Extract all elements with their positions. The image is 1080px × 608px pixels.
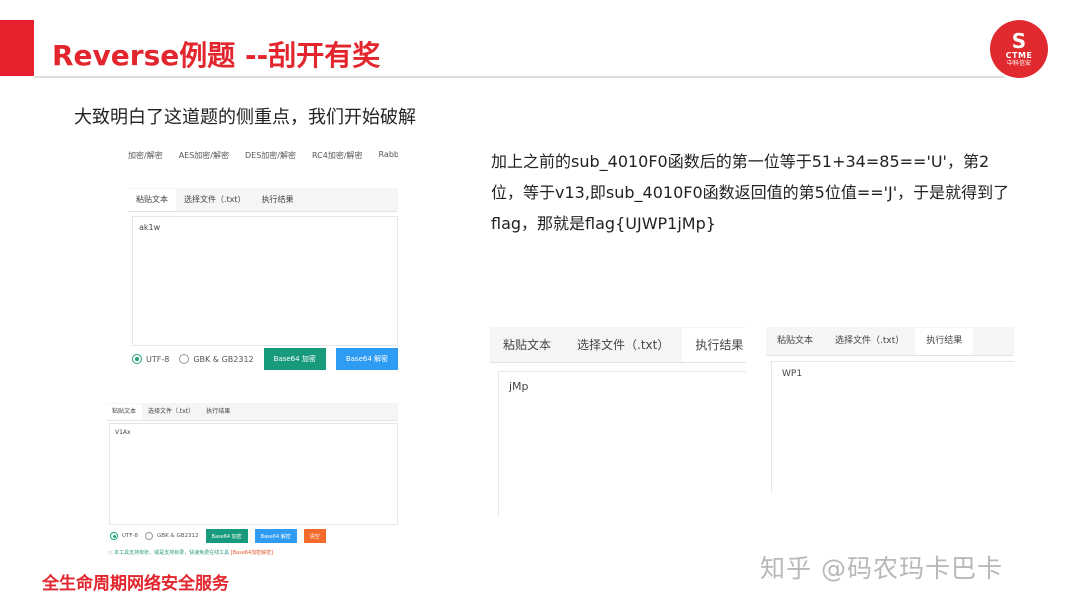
result-textarea[interactable]: jMp	[498, 371, 746, 517]
tool-nav-item[interactable]: 加密/解密	[128, 150, 163, 172]
base64-encode-button[interactable]: Base64 加密	[263, 348, 326, 370]
base64-panel-a: 粘贴文本 选择文件（.txt） 执行结果 ak1w UTF-8 GBK & GB…	[128, 188, 399, 376]
radio-utf8[interactable]: UTF-8	[110, 532, 138, 540]
radio-checked-icon	[110, 532, 118, 540]
radio-label: UTF-8	[122, 533, 139, 539]
clear-button[interactable]: 清空	[303, 529, 326, 543]
encode-controls: UTF-8 GBK & GB2312 Base64 加密 Base64 解密 清…	[110, 529, 326, 543]
tool-nav: 加密/解密 AES加密/解密 DES加密/解密 RC4加密/解密 Rabbit	[128, 150, 398, 172]
watermark: 知乎 @码农玛卡巴卡	[760, 554, 1003, 583]
radio-label: GBK & GB2312	[193, 354, 254, 364]
tab-paste-text[interactable]: 粘贴文本	[490, 328, 564, 362]
result-panel-d: 粘贴文本 选择文件（.txt） 执行结果 WP1	[766, 327, 1014, 492]
logo-subtext: 中科信安	[1006, 60, 1031, 67]
tab-select-file[interactable]: 选择文件（.txt）	[176, 189, 254, 211]
tab-select-file[interactable]: 选择文件（.txt）	[142, 404, 200, 420]
explanation-text: 加上之前的sub_4010F0函数后的第一位等于51+34=85=='U'，第2…	[491, 152, 1010, 233]
tab-result[interactable]: 执行结果	[682, 328, 757, 362]
radio-gbk[interactable]: GBK & GB2312	[179, 354, 254, 364]
tab-bar: 粘贴文本 选择文件（.txt） 执行结果	[128, 188, 398, 212]
footer-slogan: 全生命周期网络安全服务	[42, 574, 229, 594]
result-textarea[interactable]: WP1	[771, 361, 1014, 492]
title-divider	[34, 76, 1004, 78]
tab-bar: 粘贴文本 选择文件（.txt） 执行结果	[106, 403, 398, 421]
radio-checked-icon	[132, 354, 142, 364]
input-textarea[interactable]: V1Ax	[109, 423, 398, 525]
tool-note-link[interactable]: [Base64加密解密]	[231, 550, 273, 556]
tab-paste-text[interactable]: 粘贴文本	[106, 404, 143, 420]
logo-mark-icon: S	[1011, 29, 1027, 53]
tool-nav-item[interactable]: AES加密/解密	[179, 150, 229, 172]
tab-bar: 粘贴文本 选择文件（.txt） 执行结果	[766, 327, 1014, 356]
company-logo: S CTME 中科信安	[990, 20, 1048, 78]
tool-note: ☆ 本工具支持单张、或是支持目录，快速免费在线工具 [Base64加密解密]	[108, 549, 273, 556]
tab-result[interactable]: 执行结果	[200, 404, 236, 420]
base64-encode-button[interactable]: Base64 加密	[205, 529, 248, 543]
base64-decode-button[interactable]: Base64 解密	[254, 529, 297, 543]
radio-label: GBK & GB2312	[157, 533, 199, 539]
encode-controls: UTF-8 GBK & GB2312 Base64 加密 Base64 解密	[132, 348, 399, 370]
tab-paste-text[interactable]: 粘贴文本	[766, 328, 824, 355]
radio-label: UTF-8	[146, 354, 170, 364]
slide-title: Reverse例题 --刮开有奖	[52, 39, 381, 72]
logo-text: CTME	[1005, 51, 1033, 60]
tool-note-text: ☆ 本工具支持单张、或是支持目录，快速免费在线工具	[108, 550, 230, 556]
tool-nav-item[interactable]: Rabbit	[379, 150, 398, 172]
tab-result[interactable]: 执行结果	[915, 328, 974, 355]
base64-decode-button[interactable]: Base64 解密	[335, 348, 399, 370]
tab-select-file[interactable]: 选择文件（.txt）	[824, 328, 915, 355]
slide-subtitle: 大致明白了这道题的侧重点，我们开始破解	[74, 107, 416, 128]
tab-result[interactable]: 执行结果	[254, 189, 302, 211]
title-accent-block	[0, 20, 34, 76]
radio-unchecked-icon	[179, 354, 190, 364]
radio-gbk[interactable]: GBK & GB2312	[145, 532, 199, 540]
tab-bar: 粘贴文本 选择文件（.txt） 执行结果	[490, 327, 757, 363]
tool-nav-item[interactable]: DES加密/解密	[245, 150, 296, 172]
result-panel-c: 粘贴文本 选择文件（.txt） 执行结果 jMp	[490, 327, 757, 517]
input-textarea[interactable]: ak1w	[132, 216, 398, 346]
base64-panel-b: 粘贴文本 选择文件（.txt） 执行结果 V1Ax UTF-8 GBK & GB…	[106, 403, 398, 558]
tab-select-file[interactable]: 选择文件（.txt）	[564, 328, 682, 362]
radio-utf8[interactable]: UTF-8	[132, 354, 169, 364]
tab-paste-text[interactable]: 粘贴文本	[128, 189, 176, 211]
radio-unchecked-icon	[145, 532, 154, 540]
tool-nav-item[interactable]: RC4加密/解密	[312, 150, 363, 172]
